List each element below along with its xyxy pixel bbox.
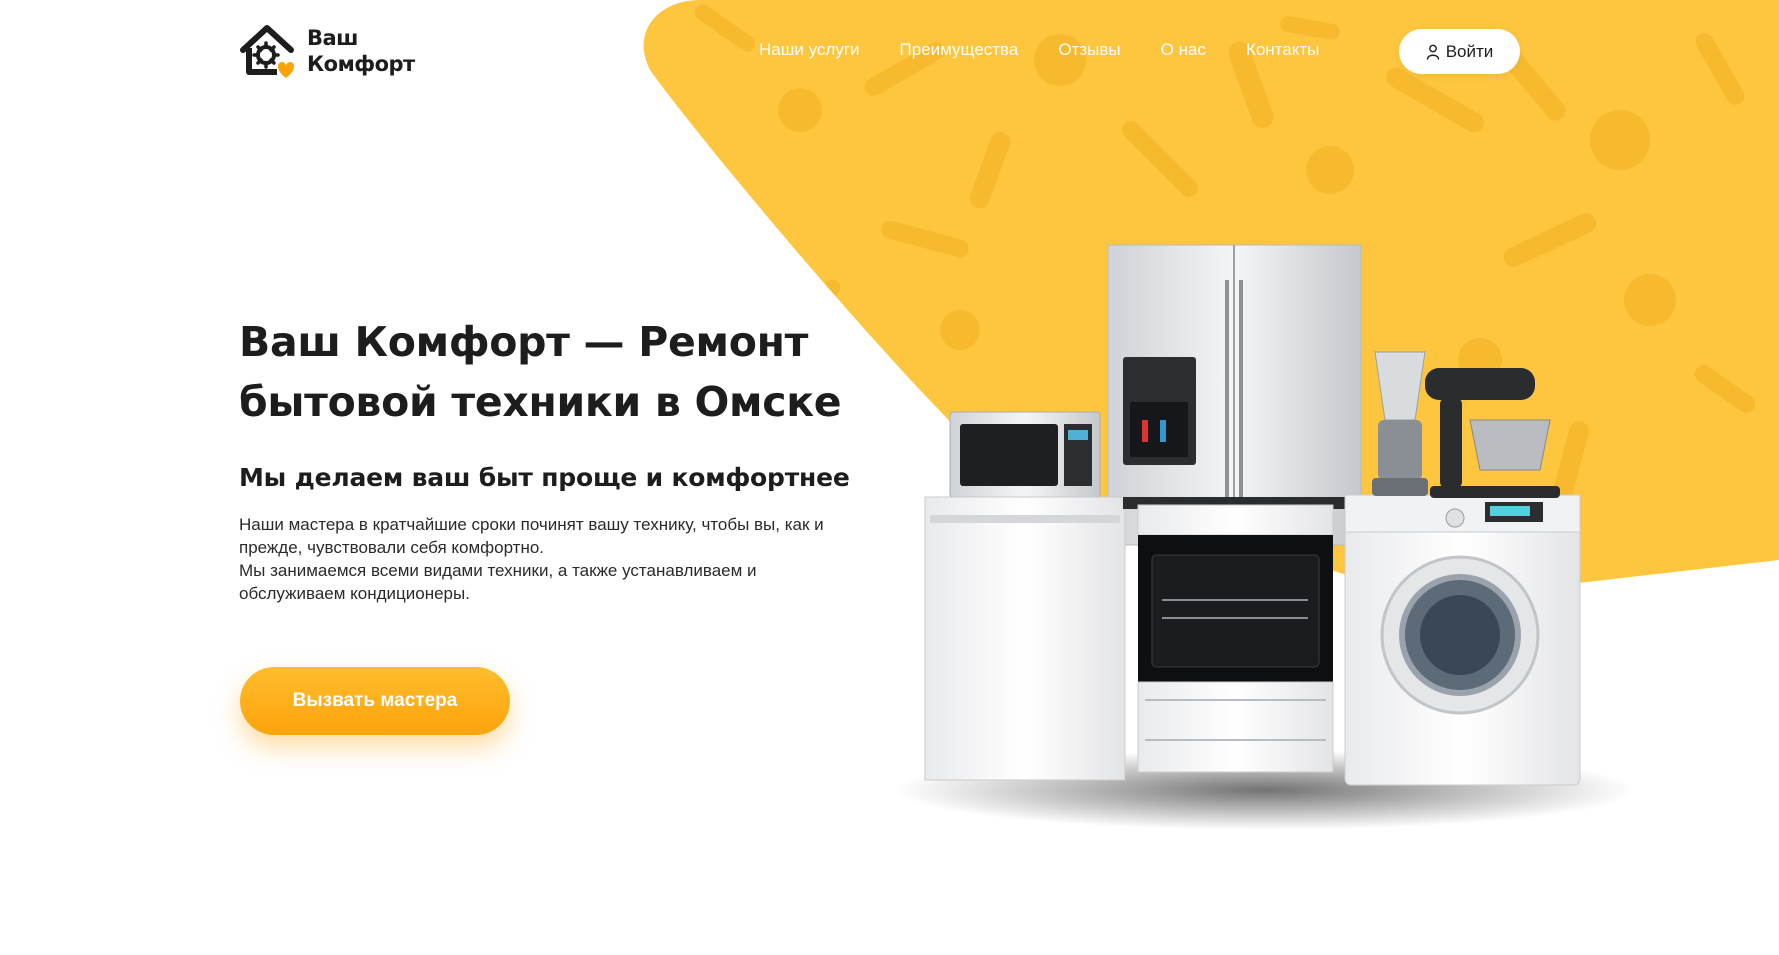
tools-pattern-icon bbox=[694, 4, 1756, 509]
logo-line-1: Ваш bbox=[307, 26, 358, 50]
logo-text: Ваш Комфорт bbox=[307, 25, 415, 77]
washing-machine-icon bbox=[1344, 494, 1581, 786]
floor-shadow bbox=[895, 750, 1635, 830]
login-button[interactable]: Войти bbox=[1399, 29, 1520, 74]
hero-paragraph-2: Мы занимаемся всеми видами техники, а та… bbox=[239, 561, 757, 603]
blender-icon bbox=[1372, 351, 1428, 496]
nav-item-about[interactable]: О нас bbox=[1161, 40, 1206, 60]
hero-description: Наши мастера в кратчайшие сроки починят … bbox=[239, 513, 829, 605]
user-icon bbox=[1426, 44, 1439, 60]
title-line-1: Ваш Комфорт — Ремонт bbox=[239, 318, 809, 366]
stand-mixer-icon bbox=[1425, 368, 1560, 498]
login-label: Войти bbox=[1445, 41, 1494, 61]
call-master-button[interactable]: Вызвать мастера bbox=[240, 667, 510, 735]
logo-line-2: Комфорт bbox=[307, 52, 415, 76]
nav-item-reviews[interactable]: Отзывы bbox=[1058, 40, 1120, 60]
fridge-icon bbox=[1107, 244, 1362, 546]
nav-item-advantages[interactable]: Преимущества bbox=[900, 40, 1019, 60]
nav-item-services[interactable]: Наши услуги bbox=[759, 40, 860, 60]
microwave-icon bbox=[949, 411, 1101, 498]
main-nav: Наши услуги Преимущества Отзывы О нас Ко… bbox=[759, 40, 1319, 60]
hero-paragraph-1: Наши мастера в кратчайшие сроки починят … bbox=[239, 515, 824, 557]
house-gear-heart-icon bbox=[240, 25, 295, 78]
title-line-2: бытовой техники в Омске bbox=[239, 378, 842, 426]
logo[interactable]: Ваш Комфорт bbox=[239, 22, 415, 80]
hero-subtitle: Мы делаем ваш быт проще и комфортнее bbox=[239, 463, 850, 492]
page-title: Ваш Комфорт — Ремонт бытовой техники в О… bbox=[239, 312, 859, 432]
nav-item-contacts[interactable]: Контакты bbox=[1246, 40, 1319, 60]
stove-icon bbox=[1123, 497, 1345, 773]
dishwasher-icon bbox=[924, 496, 1126, 781]
